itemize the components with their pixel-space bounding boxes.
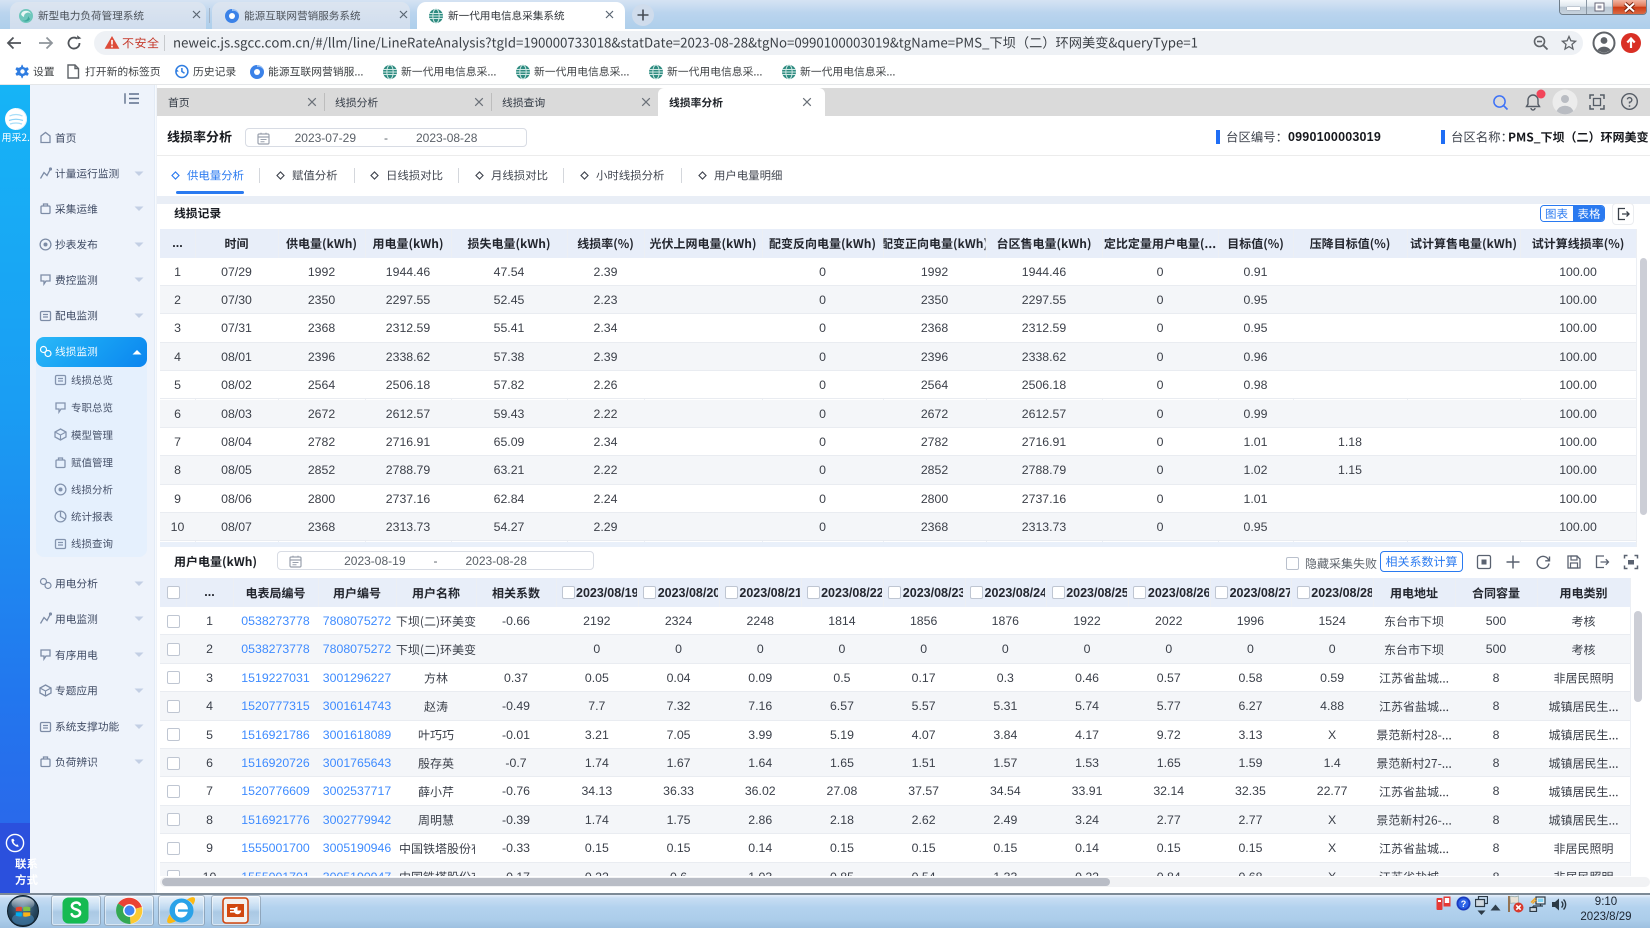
svg-text:?: ? — [1461, 899, 1467, 909]
